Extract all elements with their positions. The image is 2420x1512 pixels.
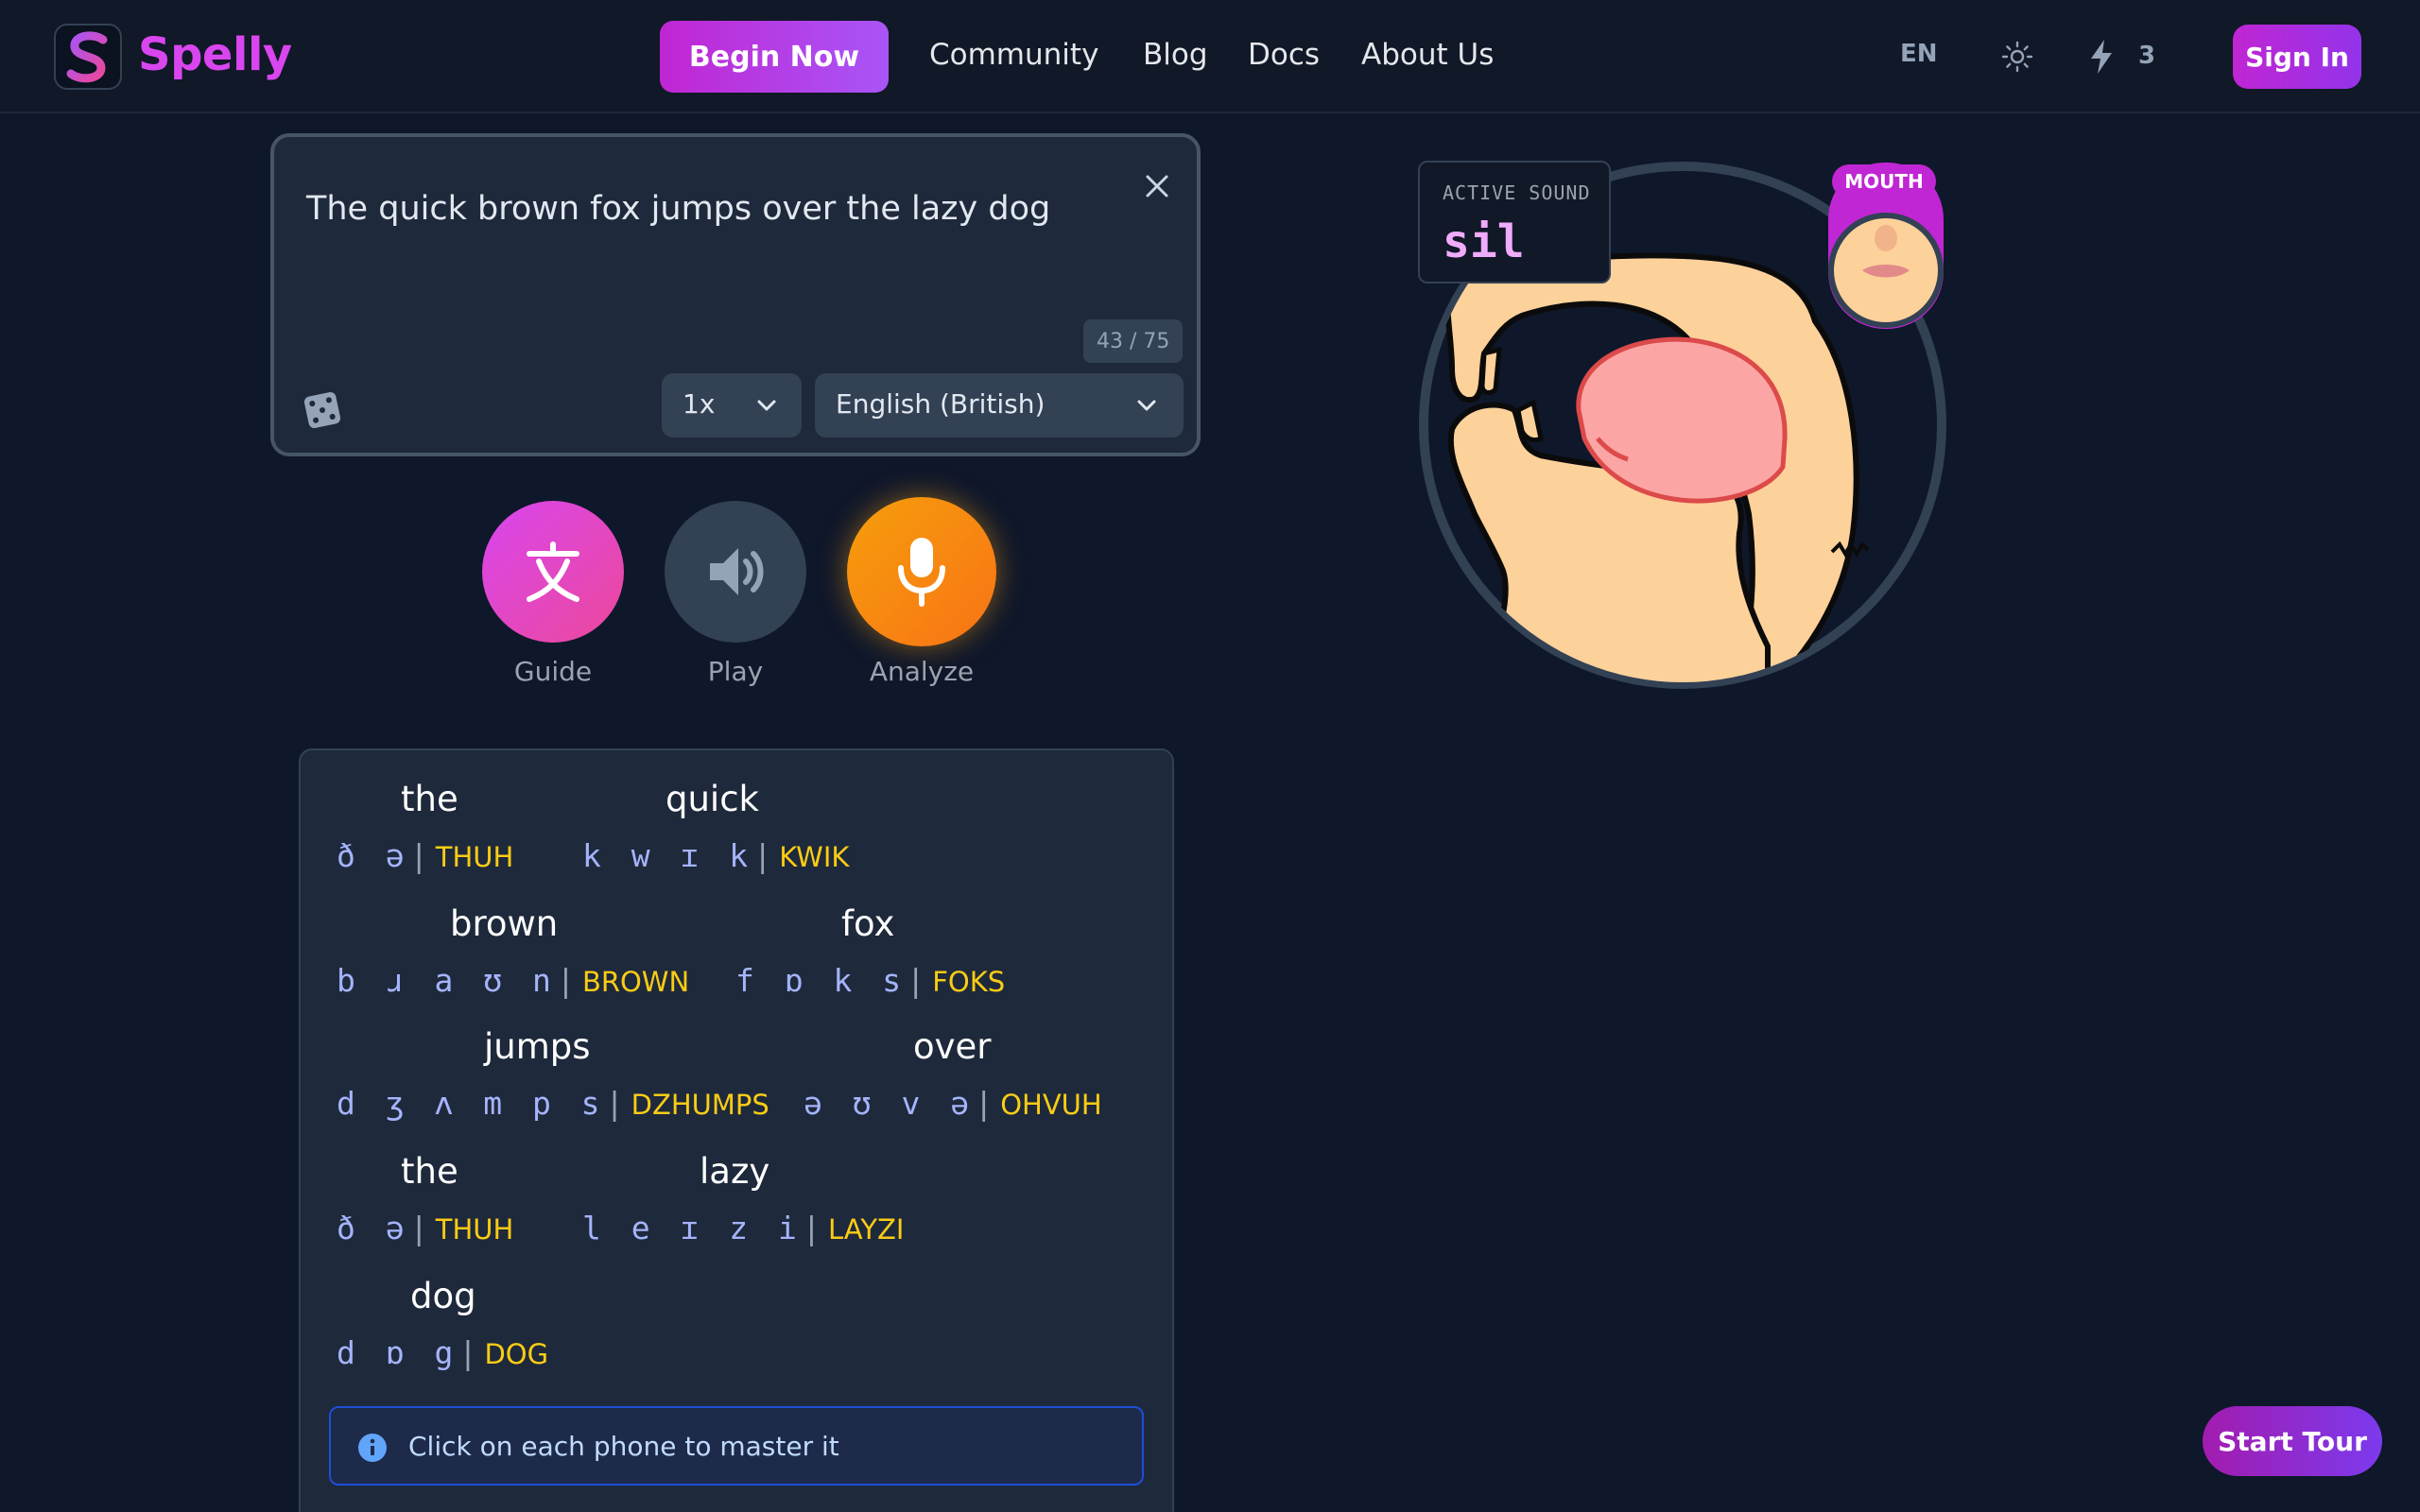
phonetic-breakdown: the quick ð ə | THUH k w ɪ k | KWIK brown fo… [299,748,1174,1512]
translate-icon [527,541,579,602]
sentence-input[interactable]: The quick brown fox jumps over the lazy … [306,190,1050,228]
ipa-phones[interactable]: k w ɪ k [582,837,753,874]
respelling: BROWN [581,966,690,998]
bolt-count: 3 [2138,42,2156,70]
word-label: the [401,1151,458,1192]
analyze-button[interactable] [847,497,996,646]
ipa-phones[interactable]: l e ɪ z i [582,1210,803,1246]
nav-blog[interactable]: Blog [1143,38,1208,72]
ipa-phones[interactable]: ə ʊ v ə [804,1085,975,1122]
respelling: THUH [435,841,514,873]
hint-banner: Click on each phone to master it [329,1406,1144,1486]
word-phonetics[interactable]: ð ə | THUH [337,1210,513,1246]
play-label: Play [707,656,764,687]
text-input-card: The quick brown fox jumps over the lazy … [270,133,1201,456]
sun-icon[interactable] [2000,40,2034,74]
active-sound-panel: ACTIVE SOUND sil [1418,161,1611,284]
chevron-down-icon [1137,400,1156,411]
word-label: jumps [484,1026,591,1067]
word-phonetics[interactable]: ð ə | THUH [337,837,513,874]
respelling: FOKS [932,966,1006,998]
guide-button[interactable] [482,501,624,643]
hint-text: Click on each phone to master it [408,1431,839,1462]
ipa-phones[interactable]: d ɒ g [337,1334,458,1371]
microphone-icon [898,538,945,607]
respelling: KWIK [779,841,850,873]
word-phonetics[interactable]: k w ɪ k | KWIK [582,837,849,874]
sign-in-button[interactable]: Sign In [2233,25,2361,89]
guide-label: Guide [513,656,593,687]
word-phonetics[interactable]: l e ɪ z i | LAYZI [582,1210,904,1246]
language-switch[interactable]: EN [1900,40,1938,68]
word-label: over [913,1026,992,1067]
language-value: English (British) [836,388,1046,420]
ipa-phones[interactable]: ð ə [337,1210,410,1246]
speaker-icon [710,548,764,595]
word-label: dog [410,1276,476,1316]
respelling: THUH [435,1213,514,1246]
info-icon [358,1434,387,1462]
logo-icon[interactable] [54,24,122,90]
word-phonetics[interactable]: ə ʊ v ə | OHVUH [804,1085,1102,1122]
word-label: the [401,779,458,819]
active-sound-value: sil [1443,215,1525,268]
respelling: OHVUH [1000,1089,1102,1121]
analyze-label: Analyze [869,656,975,687]
character-counter: 43 / 75 [1083,319,1184,363]
ipa-phones[interactable]: b ɹ a ʊ n [337,962,557,999]
nav-community[interactable]: Community [929,38,1098,72]
speed-select[interactable]: 1x [662,373,802,438]
chevron-down-icon [757,400,776,411]
bolt-icon[interactable] [2087,38,2116,76]
nav-about-us[interactable]: About Us [1361,38,1494,72]
close-icon[interactable] [1142,171,1172,201]
ipa-phones[interactable]: d ʒ ʌ m p s [337,1085,606,1122]
play-button[interactable] [665,501,806,643]
word-phonetics[interactable]: d ɒ g | DOG [337,1334,548,1371]
word-phonetics[interactable]: b ɹ a ʊ n | BROWN [337,962,689,999]
ipa-phones[interactable]: ð ə [337,837,410,874]
nav-docs[interactable]: Docs [1248,38,1320,72]
dice-icon[interactable] [302,388,344,430]
ipa-phones[interactable]: f ɒ k s [735,962,907,999]
word-label: fox [841,903,895,944]
word-phonetics[interactable]: d ʒ ʌ m p s | DZHUMPS [337,1085,769,1122]
mouth-badge: MOUTH [1832,164,1936,198]
speed-value: 1x [683,388,716,420]
word-label: lazy [700,1151,770,1192]
word-label: brown [450,903,559,944]
word-phonetics[interactable]: f ɒ k s | FOKS [735,962,1005,999]
active-sound-label: ACTIVE SOUND [1443,181,1591,204]
brand-name[interactable]: Spelly [138,28,292,81]
respelling: DZHUMPS [631,1089,769,1121]
word-label: quick [666,779,759,819]
language-select[interactable]: English (British) [815,373,1184,438]
top-navbar: Spelly Begin Now Community Blog Docs Abo… [0,0,2420,113]
start-tour-button[interactable]: Start Tour [2203,1406,2382,1476]
respelling: LAYZI [827,1213,905,1246]
respelling: DOG [484,1338,549,1370]
begin-now-button[interactable]: Begin Now [660,21,889,93]
